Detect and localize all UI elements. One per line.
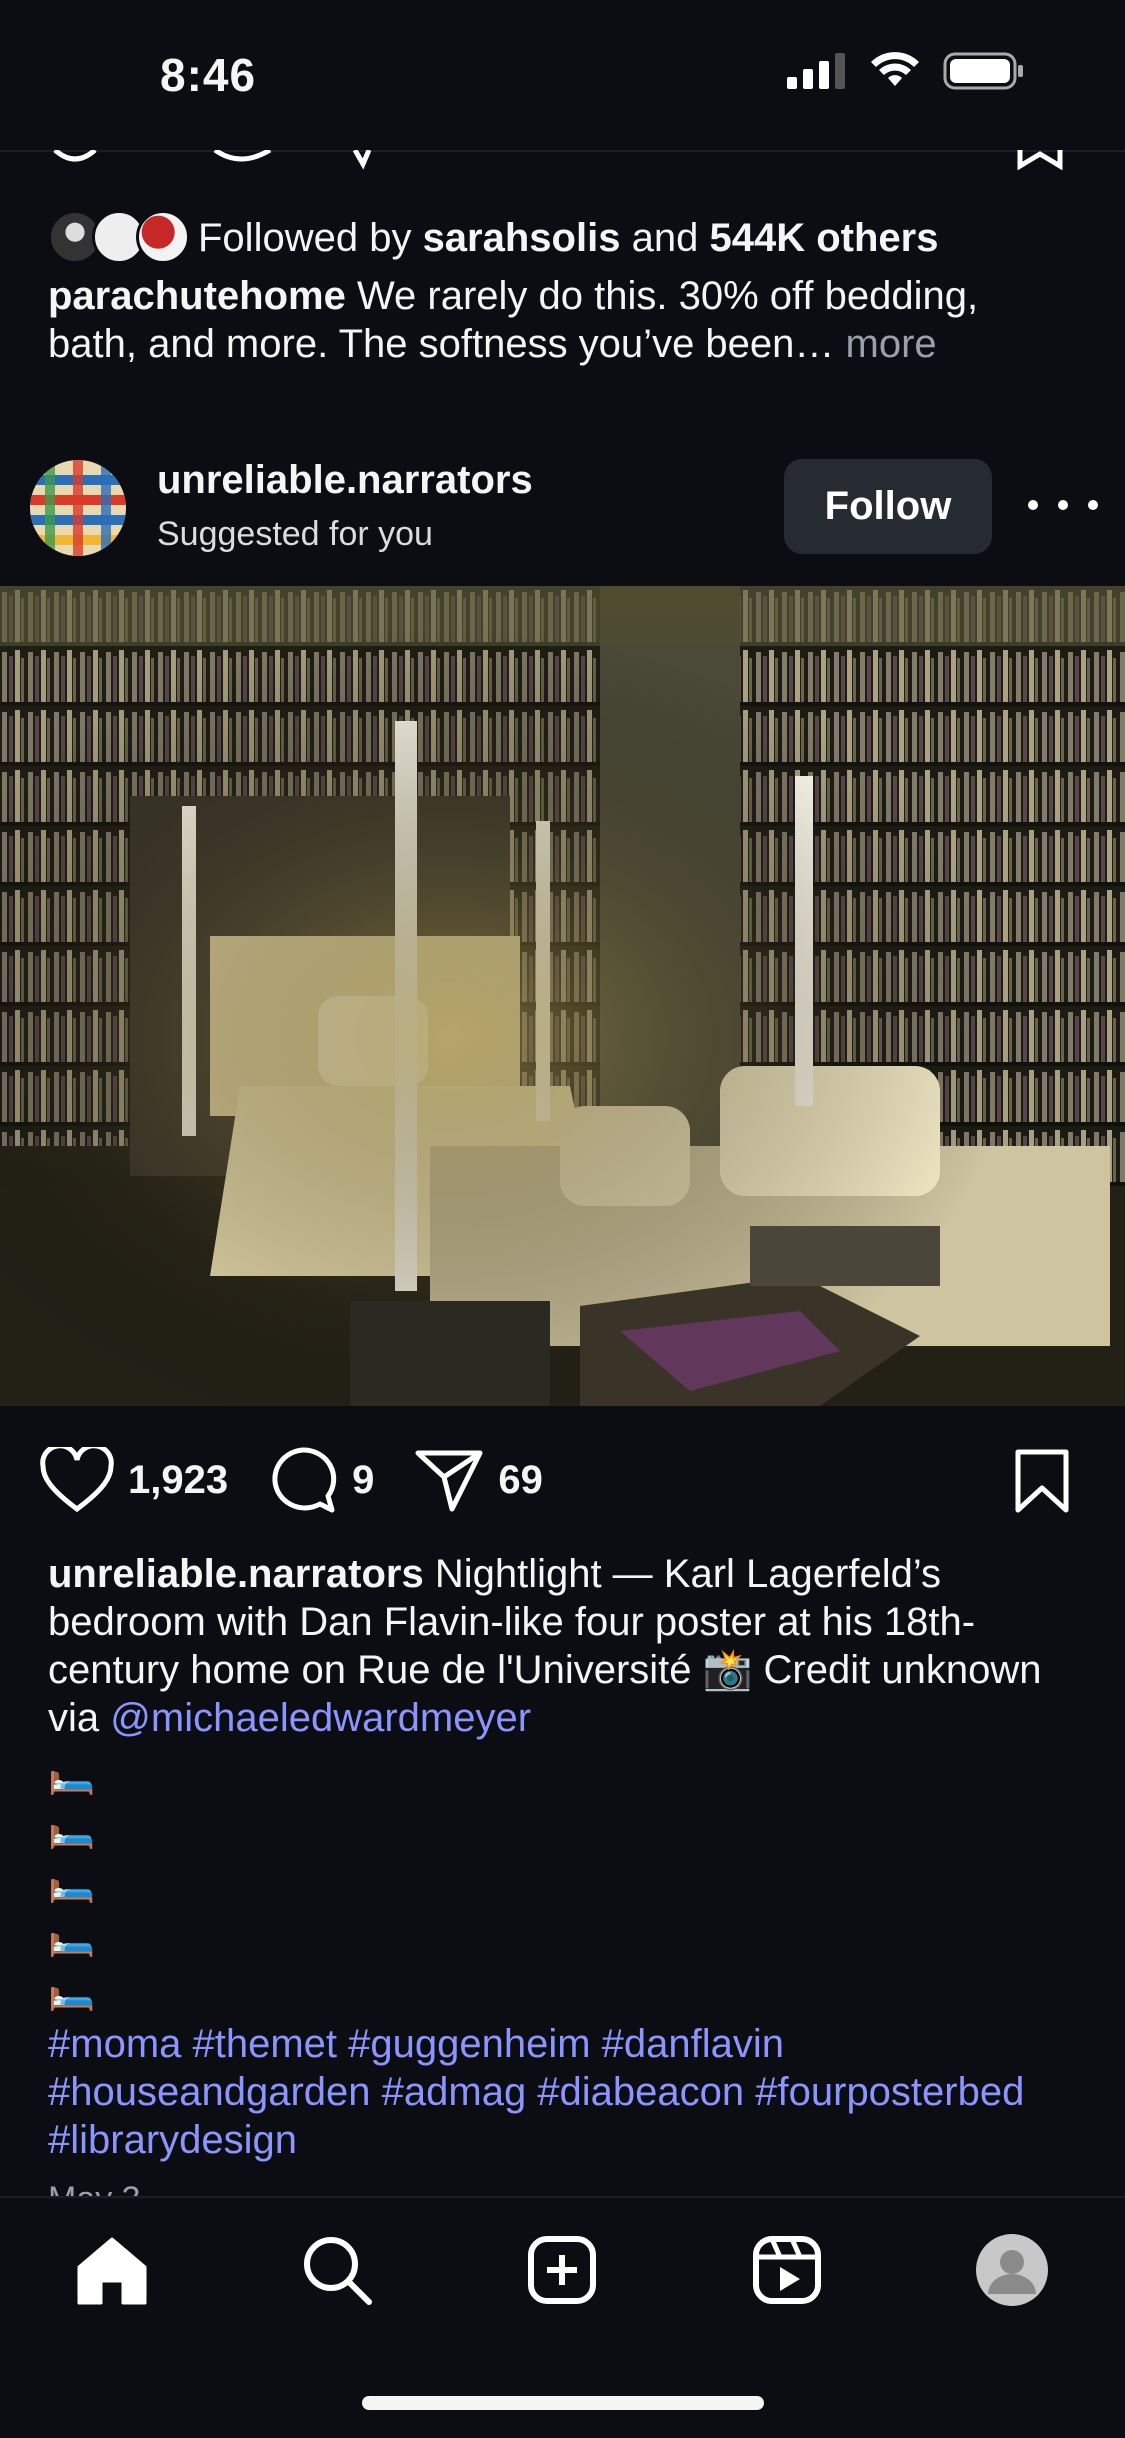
post-subtitle: Suggested for you [157, 515, 433, 553]
followed-by-text: Followed by sarahsolis and 544K others [198, 216, 938, 261]
post-caption: unreliable.narrators Nightlight — Karl L… [48, 1550, 1088, 1742]
emoji-line: 🛏️ [48, 1916, 96, 1958]
caption-emoji-lines: 🛏️ 🛏️ 🛏️ 🛏️ 🛏️ [48, 1748, 95, 2018]
comment-action[interactable]: 9 [268, 1446, 374, 1514]
more-link[interactable]: more [846, 322, 937, 366]
status-icons [787, 52, 1025, 90]
emoji-line: 🛏️ [48, 1754, 96, 1796]
avatar [136, 210, 190, 264]
battery-icon [943, 52, 1023, 90]
status-time: 8:46 [160, 49, 257, 101]
heart-icon[interactable] [40, 1447, 114, 1513]
cellular-signal-icon [787, 53, 845, 89]
post-username[interactable]: unreliable.narrators [157, 458, 533, 503]
followed-and: and [631, 215, 699, 260]
previous-post-actions [0, 150, 1125, 170]
emoji-line: 🛏️ [48, 1970, 96, 2012]
wifi-icon [871, 52, 919, 86]
reels-icon[interactable] [747, 2230, 827, 2310]
home-icon[interactable] [72, 2230, 152, 2310]
caption-username[interactable]: unreliable.narrators [48, 1552, 424, 1596]
post-date: May 3 [48, 2180, 141, 2196]
follower-avatars [48, 210, 190, 266]
followed-user[interactable]: sarahsolis [423, 216, 621, 260]
followed-prefix: Followed by [198, 215, 412, 260]
caption-mention[interactable]: @michaeledwardmeyer [110, 1696, 531, 1740]
followed-others[interactable]: 544K others [709, 216, 938, 260]
home-indicator[interactable] [362, 2396, 764, 2410]
previous-post-caption: parachutehome We rarely do this. 30% off… [48, 272, 1078, 368]
comment-icon[interactable] [268, 1446, 338, 1514]
share-count[interactable]: 69 [498, 1458, 543, 1503]
follow-button[interactable]: Follow [784, 459, 992, 554]
emoji-line: 🛏️ [48, 1808, 96, 1850]
emoji-line: 🛏️ [48, 1862, 96, 1904]
caption-username[interactable]: parachutehome [48, 274, 346, 318]
post-avatar[interactable] [30, 460, 126, 556]
create-icon[interactable] [522, 2230, 602, 2310]
search-icon[interactable] [297, 2230, 377, 2310]
bookmark-icon[interactable] [1012, 1448, 1072, 1519]
more-options-icon[interactable] [1028, 480, 1098, 530]
comment-count[interactable]: 9 [352, 1458, 374, 1503]
post-actions: 1,923 9 69 [40, 1440, 583, 1520]
share-icon[interactable] [414, 1447, 484, 1513]
share-action[interactable]: 69 [414, 1447, 543, 1513]
post-image[interactable] [0, 586, 1125, 1406]
profile-icon[interactable] [972, 2230, 1052, 2310]
caption-hashtags[interactable]: #moma #themet #guggenheim #danflavin #ho… [48, 2020, 1088, 2164]
like-count[interactable]: 1,923 [128, 1458, 228, 1503]
followed-by-row[interactable]: Followed by sarahsolis and 544K others [48, 208, 938, 268]
like-action[interactable]: 1,923 [40, 1447, 228, 1513]
